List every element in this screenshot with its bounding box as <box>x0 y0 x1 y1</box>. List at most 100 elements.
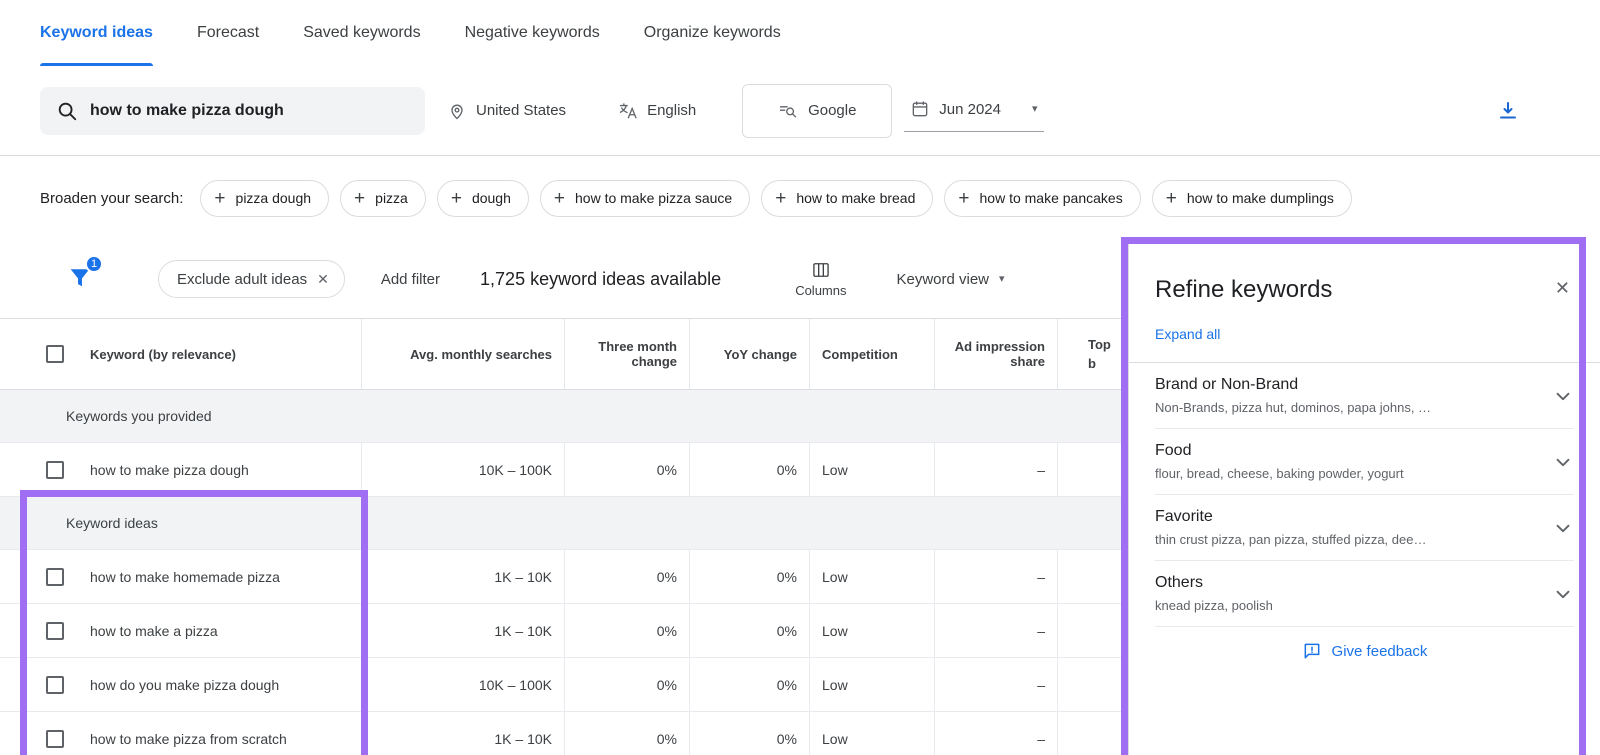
broaden-label: Broaden your search: <box>40 190 183 207</box>
cell-searches: 1K – 10K <box>362 550 565 604</box>
keyword-view-selector[interactable]: Keyword view ▾ <box>896 271 1004 288</box>
cell-checkbox <box>0 550 76 604</box>
close-icon[interactable]: ✕ <box>317 271 329 288</box>
cell-searches: 10K – 100K <box>362 443 565 497</box>
group-title: Others <box>1155 574 1273 592</box>
cell-yoy: 0% <box>690 550 810 604</box>
broaden-chip-pizza-sauce[interactable]: + how to make pizza sauce <box>540 180 750 217</box>
row-checkbox[interactable] <box>46 676 64 694</box>
broaden-chip-pizza-dough[interactable]: + pizza dough <box>200 180 329 217</box>
give-feedback-button[interactable]: Give feedback <box>1155 641 1574 661</box>
columns-label: Columns <box>795 283 846 298</box>
col-header-three-month-change[interactable]: Three month change <box>565 318 690 390</box>
row-checkbox[interactable] <box>46 568 64 586</box>
row-checkbox[interactable] <box>46 622 64 640</box>
filter-funnel-button[interactable]: 1 <box>66 264 96 294</box>
close-icon[interactable]: ✕ <box>1551 276 1574 301</box>
date-range-selector[interactable]: Jun 2024 ▾ <box>904 89 1043 132</box>
chip-label: pizza <box>375 190 408 206</box>
chevron-down-icon: ▾ <box>999 274 1005 285</box>
top-tab-bar: Keyword ideas Forecast Saved keywords Ne… <box>0 0 1600 66</box>
expand-all-link[interactable]: Expand all <box>1155 326 1220 342</box>
broaden-chip-dough[interactable]: + dough <box>437 180 529 217</box>
cell-checkbox <box>0 712 76 755</box>
select-all-checkbox[interactable] <box>46 345 64 363</box>
refine-group-others[interactable]: Others knead pizza, poolish <box>1155 561 1574 627</box>
search-network-icon <box>778 101 798 121</box>
cell-checkbox <box>0 658 76 712</box>
cell-searches: 10K – 100K <box>362 658 565 712</box>
tab-organize-keywords[interactable]: Organize keywords <box>644 0 781 66</box>
cell-ad-share: – <box>935 604 1058 658</box>
plus-icon: + <box>1166 189 1177 208</box>
tab-negative-keywords[interactable]: Negative keywords <box>465 0 600 66</box>
cell-competition: Low <box>810 712 935 755</box>
columns-icon <box>811 260 831 280</box>
network-selector[interactable]: Google <box>742 84 892 138</box>
columns-button[interactable]: Columns <box>795 260 846 298</box>
chip-label: Exclude adult ideas <box>177 271 307 288</box>
plus-icon: + <box>958 189 969 208</box>
add-filter-button[interactable]: Add filter <box>381 271 440 288</box>
broaden-chip-pizza[interactable]: + pizza <box>340 180 426 217</box>
broaden-chip-pancakes[interactable]: + how to make pancakes <box>944 180 1140 217</box>
cell-searches: 1K – 10K <box>362 712 565 755</box>
group-title: Brand or Non-Brand <box>1155 376 1431 394</box>
group-title: Food <box>1155 442 1404 460</box>
refine-group-favorite[interactable]: Favorite thin crust pizza, pan pizza, st… <box>1155 495 1574 561</box>
cell-ad-share: – <box>935 658 1058 712</box>
refine-group-food[interactable]: Food flour, bread, cheese, baking powder… <box>1155 429 1574 495</box>
cell-ad-share: – <box>935 550 1058 604</box>
location-pin-icon <box>447 101 467 121</box>
language-selector[interactable]: English <box>618 101 696 121</box>
chip-label: how to make dumplings <box>1187 190 1334 206</box>
location-selector[interactable]: United States <box>447 101 566 121</box>
plus-icon: + <box>214 189 225 208</box>
broaden-chip-dumplings[interactable]: + how to make dumplings <box>1152 180 1352 217</box>
group-examples: Non-Brands, pizza hut, dominos, papa joh… <box>1155 400 1431 415</box>
col-header-ad-impression-share[interactable]: Ad impression share <box>935 318 1058 390</box>
plus-icon: + <box>554 189 565 208</box>
chip-label: how to make pancakes <box>980 190 1123 206</box>
row-checkbox[interactable] <box>46 730 64 748</box>
row-checkbox[interactable] <box>46 461 64 479</box>
translate-icon <box>618 101 638 121</box>
network-label: Google <box>808 102 856 119</box>
language-label: English <box>647 102 696 119</box>
plus-icon: + <box>451 189 462 208</box>
group-examples: flour, bread, cheese, baking powder, yog… <box>1155 466 1404 481</box>
tab-saved-keywords[interactable]: Saved keywords <box>303 0 420 66</box>
col-header-yoy-change[interactable]: YoY change <box>690 318 810 390</box>
col-header-avg-monthly-searches[interactable]: Avg. monthly searches <box>362 318 565 390</box>
tab-forecast[interactable]: Forecast <box>197 0 259 66</box>
col-header-keyword[interactable]: Keyword (by relevance) <box>76 318 362 390</box>
refine-group-brand-or-non-brand[interactable]: Brand or Non-Brand Non-Brands, pizza hut… <box>1155 363 1574 429</box>
feedback-label: Give feedback <box>1332 643 1428 660</box>
cell-competition: Low <box>810 604 935 658</box>
select-all-cell <box>0 318 76 390</box>
exclude-adult-ideas-chip[interactable]: Exclude adult ideas ✕ <box>158 260 345 298</box>
cell-three-month: 0% <box>565 658 690 712</box>
cell-searches: 1K – 10K <box>362 604 565 658</box>
search-toolbar: United States English Google Jun <box>0 66 1600 156</box>
cell-three-month: 0% <box>565 604 690 658</box>
tab-keyword-ideas[interactable]: Keyword ideas <box>40 0 153 66</box>
search-input[interactable] <box>90 102 409 120</box>
cell-ad-share: – <box>935 712 1058 755</box>
cell-yoy: 0% <box>690 443 810 497</box>
search-icon <box>56 100 78 122</box>
col-header-competition[interactable]: Competition <box>810 318 935 390</box>
cell-yoy: 0% <box>690 712 810 755</box>
cell-keyword: how to make a pizza <box>76 604 362 658</box>
download-button[interactable] <box>1488 91 1528 131</box>
broaden-chip-bread[interactable]: + how to make bread <box>761 180 933 217</box>
cell-three-month: 0% <box>565 550 690 604</box>
keyword-count-label: 1,725 keyword ideas available <box>480 269 721 290</box>
cell-competition: Low <box>810 443 935 497</box>
cell-keyword: how to make homemade pizza <box>76 550 362 604</box>
date-range-label: Jun 2024 <box>939 101 1001 118</box>
feedback-icon <box>1302 641 1322 661</box>
search-box[interactable] <box>40 87 425 135</box>
view-label: Keyword view <box>896 271 989 288</box>
chevron-down-icon <box>1552 517 1574 539</box>
